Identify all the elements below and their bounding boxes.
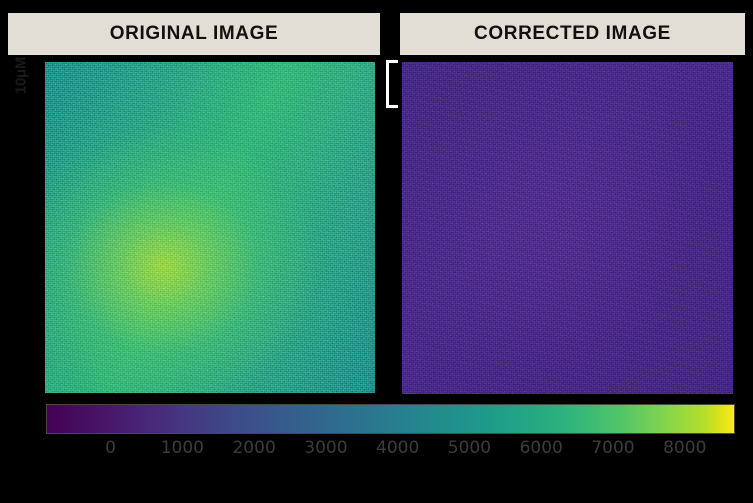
panel-title-corrected-label: CORRECTED IMAGE [474, 23, 671, 44]
colorbar-tick-label: 1000 [160, 438, 204, 458]
colorbar-tick-label: 7000 [591, 438, 635, 458]
colorbar-tick-label: 0 [105, 438, 117, 458]
scale-bar-bracket-icon [386, 60, 398, 108]
scale-bar-original: 10μM [10, 57, 44, 110]
image-panel-corrected [402, 62, 733, 394]
colorbar-tick-labels: 0 1000 2000 3000 4000 5000 6000 7000 8000 [46, 438, 735, 462]
original-image-field [45, 62, 375, 393]
image-panel-original [45, 62, 375, 393]
colorbar [46, 404, 735, 434]
colorbar-tick-label: 3000 [304, 438, 348, 458]
colorbar-gradient [46, 404, 735, 434]
colorbar-tick-label: 4000 [376, 438, 420, 458]
colorbar-tick-label: 6000 [519, 438, 563, 458]
figure-canvas: ORIGINAL IMAGE CORRECTED IMAGE 10μM 0 100… [0, 0, 753, 503]
scale-bar-bracket-icon [33, 60, 44, 106]
panel-title-corrected: CORRECTED IMAGE [400, 13, 745, 55]
scale-bar-corrected [386, 60, 400, 110]
panel-title-original-label: ORIGINAL IMAGE [109, 23, 279, 44]
colorbar-tick-label: 2000 [232, 438, 276, 458]
colorbar-tick-label: 8000 [663, 438, 707, 458]
scale-bar-label: 10μM [12, 56, 30, 95]
colorbar-tick-label: 5000 [447, 438, 492, 458]
panel-title-original: ORIGINAL IMAGE [8, 13, 380, 55]
corrected-image-field [402, 62, 733, 394]
